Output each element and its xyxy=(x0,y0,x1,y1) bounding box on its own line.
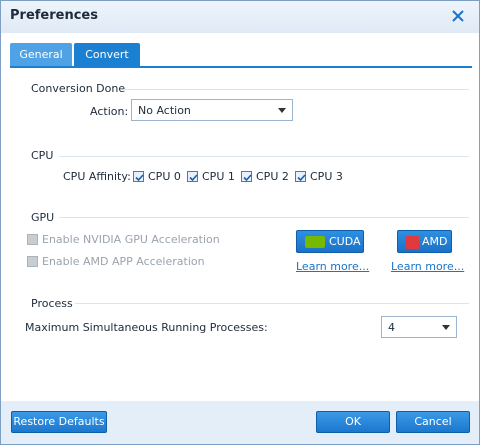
amd-button-label: AMD xyxy=(422,235,448,248)
footer-bar: Restore Defaults OK Cancel xyxy=(1,401,479,444)
cpu2-checkbox[interactable] xyxy=(241,171,252,182)
cpu3-checkbox[interactable] xyxy=(295,171,306,182)
cpu-heading: CPU xyxy=(31,149,54,162)
window-title: Preferences xyxy=(10,8,98,23)
check-icon xyxy=(297,174,306,182)
nvidia-logo-icon xyxy=(305,236,325,248)
chevron-down-icon xyxy=(442,325,450,330)
max-processes-value: 4 xyxy=(388,321,395,334)
learn-more-amd-link[interactable]: Learn more... xyxy=(391,260,464,273)
amd-acceleration-checkbox[interactable] xyxy=(27,256,38,267)
cpu1-label: CPU 1 xyxy=(202,170,235,183)
cpu2-label: CPU 2 xyxy=(256,170,289,183)
cuda-button[interactable]: CUDA xyxy=(296,230,364,253)
action-label: Action: xyxy=(90,105,129,118)
amd-acceleration-label: Enable AMD APP Acceleration xyxy=(42,255,205,268)
max-processes-select[interactable]: 4 xyxy=(381,316,457,338)
amd-button[interactable]: AMD xyxy=(397,230,452,253)
cancel-button[interactable]: Cancel xyxy=(396,411,470,433)
cpu3-label: CPU 3 xyxy=(310,170,343,183)
cpu1-checkbox[interactable] xyxy=(187,171,198,182)
process-heading: Process xyxy=(31,297,73,310)
section-divider xyxy=(59,156,469,157)
action-select-value: No Action xyxy=(138,104,191,117)
conversion-done-heading: Conversion Done xyxy=(31,82,126,95)
amd-logo-icon xyxy=(406,236,419,249)
section-divider xyxy=(123,89,469,90)
max-processes-label: Maximum Simultaneous Running Processes: xyxy=(25,321,268,334)
chevron-down-icon xyxy=(278,108,286,113)
check-icon xyxy=(243,174,252,182)
check-icon xyxy=(189,174,198,182)
cpu-affinity-label: CPU Affinity: xyxy=(63,170,131,183)
preferences-window: Preferences General Convert Conversion D… xyxy=(0,0,480,445)
tab-convert[interactable]: Convert xyxy=(74,43,140,67)
section-divider xyxy=(59,217,469,218)
cpu0-checkbox[interactable] xyxy=(133,171,144,182)
tab-general[interactable]: General xyxy=(10,43,72,67)
nvidia-acceleration-checkbox[interactable] xyxy=(27,234,38,245)
cuda-button-label: CUDA xyxy=(329,235,361,248)
ok-button[interactable]: OK xyxy=(316,411,390,433)
cpu0-label: CPU 0 xyxy=(148,170,181,183)
close-icon xyxy=(452,10,464,22)
nvidia-acceleration-label: Enable NVIDIA GPU Acceleration xyxy=(42,233,220,246)
check-icon xyxy=(135,174,144,182)
restore-defaults-button[interactable]: Restore Defaults xyxy=(11,411,107,433)
learn-more-cuda-link[interactable]: Learn more... xyxy=(296,260,369,273)
section-divider xyxy=(75,303,469,304)
title-bar: Preferences xyxy=(1,1,479,33)
close-button[interactable] xyxy=(447,7,469,27)
action-select[interactable]: No Action xyxy=(131,99,293,121)
gpu-heading: GPU xyxy=(31,211,55,224)
